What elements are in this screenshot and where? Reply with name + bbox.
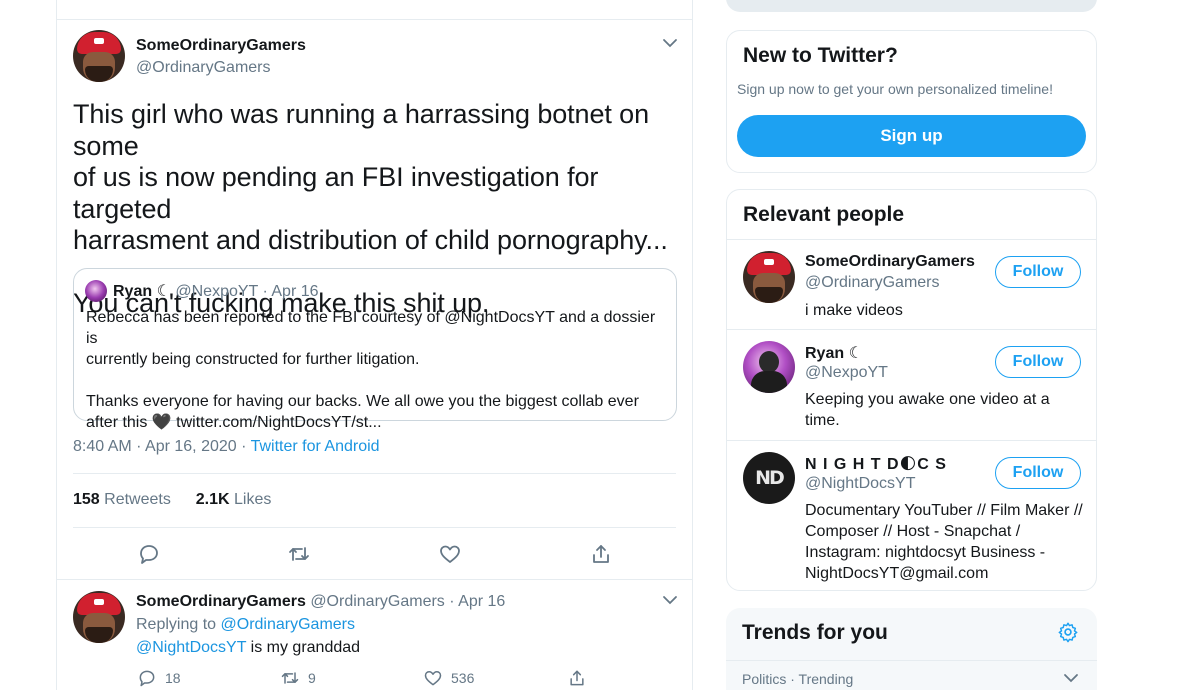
signup-card: New to Twitter? Sign up now to get your … [726,30,1097,173]
quote-author-handle: @NexpoYT [175,283,259,300]
like-button[interactable] [438,542,462,566]
quote-avatar [85,280,107,302]
reply-like-button[interactable]: 536 [423,668,474,690]
reply-retweet-button[interactable]: 9 [280,668,316,690]
follow-button[interactable]: Follow [995,256,1081,288]
reply-author-name[interactable]: SomeOrdinaryGamers [136,593,306,610]
tweet-column: SomeOrdinaryGamers @OrdinaryGamers This … [56,0,693,690]
quote-line: after this 🖤 twitter.com/NightDocsYT/st.… [86,414,382,431]
chevron-down-icon[interactable] [661,594,679,606]
gear-icon[interactable] [1057,621,1079,643]
person-handle[interactable]: @NightDocsYT [805,475,916,493]
quote-line: currently being constructed for further … [86,351,420,368]
reply-icon [139,670,155,687]
person-avatar[interactable] [743,251,795,303]
retweet-icon [289,547,309,561]
reply-button[interactable] [137,542,161,566]
heart-icon [440,545,460,563]
chevron-down-icon[interactable] [661,37,679,49]
relevant-people-card: Relevant people SomeOrdinaryGamers @Ordi… [726,189,1097,591]
replying-to-link[interactable]: @OrdinaryGamers [221,616,356,633]
tweet-timestamp[interactable]: 8:40 AM · Apr 16, 2020 · [73,438,251,455]
likes-stat[interactable]: 2.1K Likes [196,491,272,508]
person-handle[interactable]: @NexpoYT [805,364,888,382]
tweet-text-line: of us is now pending an FBI investigatio… [73,162,599,224]
person-handle[interactable]: @OrdinaryGamers [805,274,940,292]
person-name[interactable]: N I G H T D🌓C S [805,454,947,474]
person-avatar[interactable]: ND [743,452,795,504]
reply-date[interactable]: Apr 16 [458,593,505,610]
tweet-stats: 158 Retweets 2.1K Likes [73,491,271,509]
tweet-source-link[interactable]: Twitter for Android [251,438,380,455]
likes-label: Likes [234,491,272,508]
quote-text: Rebecca has been reported to the FBI cou… [86,307,666,433]
quote-header: Ryan ☾ @NexpoYT · Apr 16 [113,281,319,301]
quote-line: Rebecca has been reported to the FBI cou… [86,309,656,347]
reply-icon [140,545,158,564]
relevant-people-title: Relevant people [743,203,905,226]
divider [73,527,676,528]
share-icon [593,545,609,563]
retweet-count: 9 [308,670,316,686]
signup-title: New to Twitter? [743,44,898,67]
follow-button[interactable]: Follow [995,346,1081,378]
retweet-icon [281,672,299,684]
share-icon [570,670,584,686]
replying-to-label: Replying to [136,616,217,633]
retweets-stat[interactable]: 158 Retweets [73,491,171,508]
mention-link[interactable]: @NightDocsYT [136,639,246,656]
person-avatar[interactable] [743,341,795,393]
search-bar[interactable] [726,0,1097,12]
author-avatar[interactable] [73,30,125,82]
person-item[interactable]: ND N I G H T D🌓C S @NightDocsYT Document… [727,440,1096,590]
reply-reply-button[interactable]: 18 [137,668,181,690]
heart-icon [424,671,442,686]
reply-header: SomeOrdinaryGamers @OrdinaryGamers · Apr… [136,593,505,611]
quote-sep: · [262,283,268,300]
share-button[interactable] [589,542,613,566]
trends-card: Trends for you Politics · Trending [726,608,1097,690]
replying-to: Replying to @OrdinaryGamers [136,616,355,634]
retweets-count: 158 [73,491,100,508]
reply-share-button[interactable] [567,668,587,690]
trends-title: Trends for you [742,621,888,644]
signup-subtitle: Sign up now to get your own personalized… [737,81,1053,97]
reply-author-handle[interactable]: @OrdinaryGamers [310,593,445,610]
retweet-button[interactable] [287,542,311,566]
divider [73,473,676,474]
author-handle[interactable]: @OrdinaryGamers [136,59,271,77]
quote-author-name: Ryan ☾ [113,283,171,300]
author-name[interactable]: SomeOrdinaryGamers [136,37,306,55]
divider [57,19,692,20]
quote-line: Thanks everyone for having our backs. We… [86,393,639,410]
divider [726,660,1097,661]
tweet-text-line: This girl who was running a harrassing b… [73,99,650,161]
person-bio: i make videos [805,302,903,319]
person-name[interactable]: SomeOrdinaryGamers [805,253,975,271]
follow-button[interactable]: Follow [995,457,1081,489]
person-bio: Keeping you awake one video at a time. [805,391,1050,429]
person-item[interactable]: SomeOrdinaryGamers @OrdinaryGamers i mak… [727,239,1096,329]
person-item[interactable]: Ryan ☾ @NexpoYT Keeping you awake one vi… [727,329,1096,440]
person-name[interactable]: Ryan ☾ [805,343,863,363]
reply-author-avatar[interactable] [73,591,125,643]
signup-button[interactable]: Sign up [737,115,1086,157]
reply-count: 18 [165,670,181,686]
person-bio: Documentary YouTuber // Film Maker // Co… [805,502,1083,582]
trend-meta: Politics · Trending [742,671,854,687]
divider [57,579,692,580]
reply-body: is my granddad [246,639,361,656]
likes-count: 2.1K [195,491,230,508]
like-count: 536 [451,670,475,686]
tweet-meta: 8:40 AM · Apr 16, 2020 · Twitter for And… [73,438,380,456]
tweet-text-line: harrasment and distribution of child por… [73,225,668,255]
reply-sep: · [449,593,455,610]
chevron-down-icon[interactable] [1062,672,1080,684]
quoted-tweet[interactable]: Ryan ☾ @NexpoYT · Apr 16 Rebecca has bee… [73,268,677,431]
reply-text: @NightDocsYT is my granddad [136,639,360,657]
retweets-label: Retweets [104,491,171,508]
quote-date: Apr 16 [271,283,319,300]
